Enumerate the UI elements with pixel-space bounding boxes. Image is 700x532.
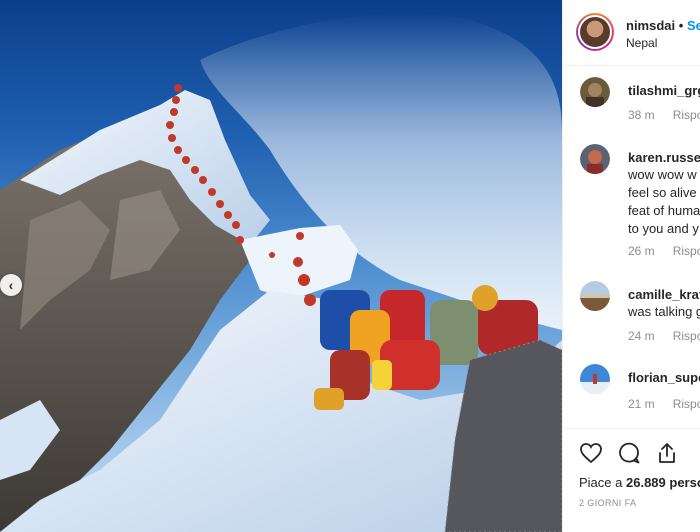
post-actions: Piace a 26.889 perso 2 GIORNI FA — [563, 428, 700, 532]
reply-button[interactable]: Rispon — [673, 329, 700, 343]
comment-meta: 21 m Rispon — [628, 397, 700, 411]
avatar[interactable] — [580, 281, 610, 311]
comment-text-line: feat of huma — [628, 203, 700, 218]
chevron-left-icon: ‹ — [8, 277, 14, 293]
post-location[interactable]: Nepal — [626, 36, 657, 50]
prev-image-button[interactable]: ‹ — [0, 274, 22, 296]
post-photo[interactable]: ‹ — [0, 0, 562, 532]
likes-suffix: perso — [669, 475, 700, 490]
comment-text: was talking g — [628, 303, 700, 321]
post-username-line: nimsdai • Se — [626, 18, 700, 33]
reply-button[interactable]: Rispon — [673, 108, 700, 122]
separator-dot: • — [678, 18, 684, 33]
comment-text-line: to you and y — [628, 221, 699, 236]
comment-username[interactable]: florian_supe — [628, 370, 700, 385]
likes-count[interactable]: Piace a 26.889 perso — [579, 475, 700, 490]
likes-number: 26.889 — [626, 475, 666, 490]
comment-meta: 24 m Rispon — [628, 329, 700, 343]
everest-summit-photo — [0, 13, 562, 532]
post-date: 2 GIORNI FA — [579, 498, 637, 508]
comment-username[interactable]: camille_kraf — [628, 287, 700, 302]
avatar — [580, 17, 610, 47]
comment-text-line: was talking g — [628, 304, 700, 319]
share-icon[interactable] — [655, 441, 679, 465]
comment-username[interactable]: tilashmi_grg — [628, 83, 700, 98]
comment-time: 38 m — [628, 108, 655, 122]
comment-username[interactable]: karen.russel — [628, 150, 700, 165]
comment-text: wow wow w feel so alive feat of huma to … — [628, 166, 700, 238]
likes-prefix: Piace a — [579, 475, 623, 490]
comment-time: 21 m — [628, 397, 655, 411]
comment-text-line: feel so alive — [628, 185, 697, 200]
post-username[interactable]: nimsdai — [626, 18, 675, 33]
reply-button[interactable]: Rispon — [673, 244, 700, 258]
comment-bubble-icon[interactable] — [617, 441, 641, 465]
action-icons — [579, 441, 679, 465]
comment-meta: 26 m Rispon — [628, 244, 700, 258]
comment-text-line: wow wow w — [628, 167, 697, 182]
comment-time: 24 m — [628, 329, 655, 343]
reply-button[interactable]: Rispon — [673, 397, 700, 411]
avatar[interactable] — [580, 144, 610, 174]
heart-icon[interactable] — [579, 441, 603, 465]
post-side-panel: nimsdai • Se Nepal tilashmi_grg 38 m Risp… — [562, 0, 700, 532]
follow-button[interactable]: Se — [687, 18, 700, 33]
story-ring[interactable] — [576, 13, 614, 51]
post-header: nimsdai • Se Nepal — [563, 0, 700, 66]
comment-meta: 38 m Rispon — [628, 108, 700, 122]
avatar[interactable] — [580, 364, 610, 394]
avatar[interactable] — [580, 77, 610, 107]
comment-time: 26 m — [628, 244, 655, 258]
